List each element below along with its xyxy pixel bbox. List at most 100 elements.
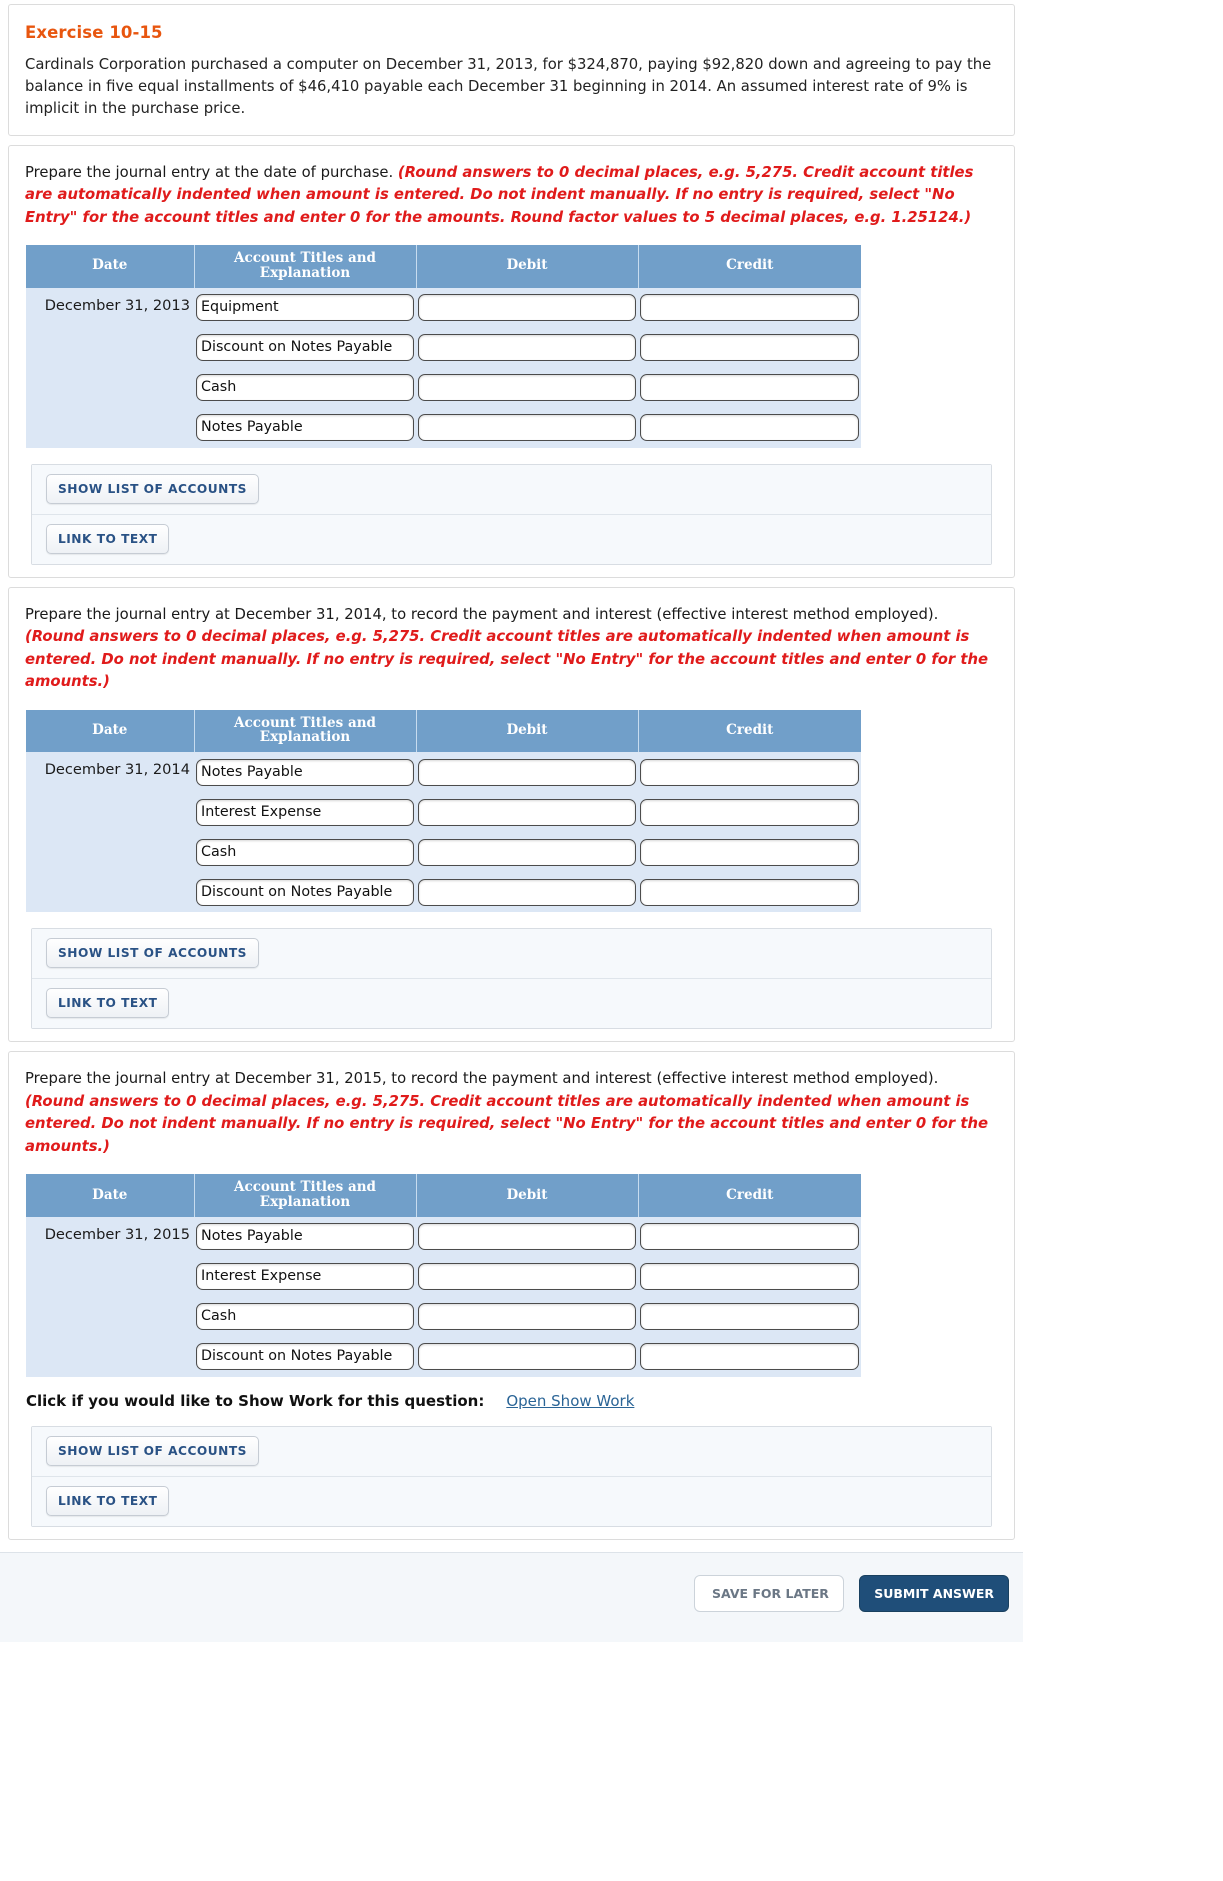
part-3-prompt: Prepare the journal entry at December 31…: [25, 1068, 998, 1158]
account-input-3-4[interactable]: Discount on Notes Payable: [196, 1343, 414, 1371]
debit-input-1-4[interactable]: [418, 414, 636, 442]
debit-input-1-2[interactable]: [418, 334, 636, 362]
show-accounts-strip-3: SHOW LIST OF ACCOUNTS: [32, 1426, 991, 1476]
account-cell: Notes Payable: [194, 752, 416, 793]
submit-answer-button[interactable]: SUBMIT ANSWER: [859, 1574, 1009, 1612]
credit-cell: [638, 1216, 861, 1257]
account-input-2-3[interactable]: Cash: [196, 838, 414, 866]
debit-cell: [416, 792, 638, 833]
column-header-date: Date: [26, 1174, 195, 1217]
entry-date-blank: [26, 872, 194, 913]
credit-cell: [638, 327, 861, 368]
debit-input-2-3[interactable]: [418, 838, 636, 866]
question-part-2-card: Prepare the journal entry at December 31…: [8, 586, 1015, 1043]
debit-input-2-2[interactable]: [418, 798, 636, 826]
link-to-text-button-1[interactable]: LINK TO TEXT: [46, 523, 170, 554]
credit-cell: [638, 287, 861, 328]
debit-input-1-3[interactable]: [418, 374, 636, 402]
credit-input-3-2[interactable]: [640, 1263, 859, 1291]
exercise-page: Exercise 10-15 Cardinals Corporation pur…: [0, 0, 1023, 1642]
table-row: Interest Expense: [26, 792, 861, 833]
table-row: Cash: [26, 367, 861, 408]
credit-cell: [638, 832, 861, 873]
credit-input-2-1[interactable]: [640, 758, 859, 786]
debit-input-3-2[interactable]: [418, 1263, 636, 1291]
credit-input-1-2[interactable]: [640, 334, 859, 362]
credit-input-2-4[interactable]: [640, 878, 859, 906]
credit-input-1-4[interactable]: [640, 414, 859, 442]
credit-input-2-3[interactable]: [640, 838, 859, 866]
account-input-1-4[interactable]: Notes Payable: [196, 414, 414, 442]
debit-input-3-3[interactable]: [418, 1303, 636, 1331]
account-cell: Notes Payable: [194, 1216, 416, 1257]
account-cell: Cash: [194, 367, 416, 408]
account-cell: Cash: [194, 832, 416, 873]
debit-cell: [416, 407, 638, 448]
credit-input-3-1[interactable]: [640, 1223, 859, 1251]
debit-cell: [416, 327, 638, 368]
show-list-of-accounts-button-1[interactable]: SHOW LIST OF ACCOUNTS: [46, 473, 259, 504]
account-input-2-4[interactable]: Discount on Notes Payable: [196, 878, 414, 906]
debit-input-1-1[interactable]: [418, 294, 636, 322]
part-1-prompt: Prepare the journal entry at the date of…: [25, 162, 998, 229]
exercise-body-text: Cardinals Corporation purchased a comput…: [25, 56, 992, 118]
account-input-3-3[interactable]: Cash: [196, 1303, 414, 1331]
column-header-date: Date: [26, 245, 195, 288]
column-header-credit: Credit: [637, 245, 861, 288]
account-cell: Notes Payable: [194, 407, 416, 448]
save-for-later-button[interactable]: SAVE FOR LATER: [693, 1574, 844, 1612]
credit-input-1-3[interactable]: [640, 374, 859, 402]
debit-input-2-4[interactable]: [418, 878, 636, 906]
account-input-1-3[interactable]: Cash: [196, 374, 414, 402]
column-header-credit: Credit: [637, 1174, 861, 1217]
part-3-prompt-note: (Round answers to 0 decimal places, e.g.…: [25, 1092, 989, 1155]
exercise-title: Exercise 10-15: [25, 23, 163, 42]
show-accounts-strip-2: SHOW LIST OF ACCOUNTS: [32, 929, 991, 979]
entry-date-blank: [26, 1256, 194, 1297]
journal-table-2: Date Account Titles and Explanation Debi…: [26, 709, 861, 913]
debit-cell: [416, 1296, 638, 1337]
account-input-3-1[interactable]: Notes Payable: [196, 1223, 414, 1251]
credit-input-2-2[interactable]: [640, 798, 859, 826]
show-work-row: Click if you would like to Show Work for…: [26, 1392, 1000, 1410]
link-to-text-strip-1: LINK TO TEXT: [32, 513, 991, 564]
account-input-1-1[interactable]: Equipment: [196, 294, 414, 322]
credit-input-3-4[interactable]: [640, 1343, 859, 1371]
table-row: Notes Payable: [26, 407, 861, 448]
entry-date-1: December 31, 2013: [26, 287, 194, 328]
debit-cell: [416, 832, 638, 873]
debit-input-2-1[interactable]: [418, 758, 636, 786]
account-input-3-2[interactable]: Interest Expense: [196, 1263, 414, 1291]
account-cell: Discount on Notes Payable: [194, 1336, 416, 1377]
link-to-text-button-2[interactable]: LINK TO TEXT: [46, 988, 170, 1019]
credit-input-1-1[interactable]: [640, 294, 859, 322]
column-header-account: Account Titles and Explanation: [193, 245, 417, 288]
account-cell: Equipment: [194, 287, 416, 328]
exercise-statement-card: Exercise 10-15 Cardinals Corporation pur…: [8, 4, 1015, 136]
entry-date-blank: [26, 792, 194, 833]
column-header-debit: Debit: [415, 1174, 639, 1217]
debit-cell: [416, 367, 638, 408]
debit-cell: [416, 872, 638, 913]
question-part-1-card: Prepare the journal entry at the date of…: [8, 144, 1015, 578]
journal-table-3: Date Account Titles and Explanation Debi…: [26, 1174, 861, 1377]
credit-input-3-3[interactable]: [640, 1303, 859, 1331]
account-input-2-1[interactable]: Notes Payable: [196, 758, 414, 786]
footer-action-bar: SAVE FOR LATER SUBMIT ANSWER: [0, 1551, 1023, 1642]
show-list-of-accounts-button-2[interactable]: SHOW LIST OF ACCOUNTS: [46, 938, 259, 969]
part-2-prompt-note: (Round answers to 0 decimal places, e.g.…: [25, 628, 989, 691]
credit-cell: [638, 872, 861, 913]
debit-input-3-4[interactable]: [418, 1343, 636, 1371]
column-header-account: Account Titles and Explanation: [193, 709, 417, 753]
table-row: Cash: [26, 1296, 861, 1337]
account-input-2-2[interactable]: Interest Expense: [196, 798, 414, 826]
account-cell: Interest Expense: [194, 1256, 416, 1297]
show-list-of-accounts-button-3[interactable]: SHOW LIST OF ACCOUNTS: [46, 1435, 259, 1466]
table-row: Discount on Notes Payable: [26, 1336, 861, 1377]
credit-cell: [638, 1336, 861, 1377]
account-input-1-2[interactable]: Discount on Notes Payable: [196, 334, 414, 362]
table-row: December 31, 2015 Notes Payable: [26, 1216, 861, 1257]
link-to-text-button-3[interactable]: LINK TO TEXT: [46, 1485, 170, 1516]
debit-input-3-1[interactable]: [418, 1223, 636, 1251]
open-show-work-link[interactable]: Open Show Work: [506, 1392, 634, 1410]
